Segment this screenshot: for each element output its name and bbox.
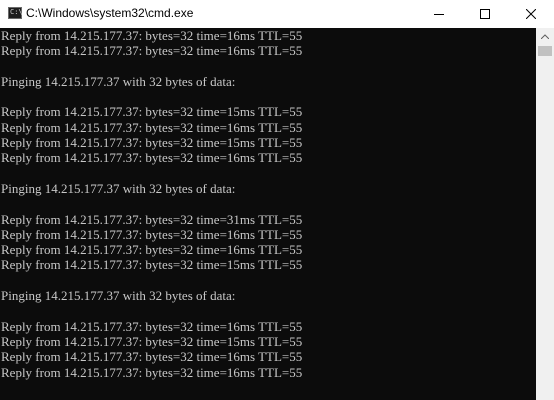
scroll-up-button[interactable] [536,28,554,45]
console-line: Reply from 14.215.177.37: bytes=32 time=… [1,135,303,151]
console-output[interactable]: Reply from 14.215.177.37: bytes=32 time=… [0,28,536,400]
console-blank-line [1,303,302,318]
console-line: Reply from 14.215.177.37: bytes=32 time=… [1,242,303,258]
cmd-window: C:\ C:\Windows\system32\cmd.exe Reply fr… [0,0,554,400]
console-blank-line [1,89,302,104]
console-blank-line [1,166,302,181]
console-line: Reply from 14.215.177.37: bytes=32 time=… [1,226,303,242]
console-line: Reply from 14.215.177.37: bytes=32 time=… [1,257,303,273]
console-line: Reply from 14.215.177.37: bytes=32 time=… [1,150,303,166]
chevron-up-icon [541,34,549,39]
console-line: Reply from 14.215.177.37: bytes=32 time=… [1,28,303,43]
console-line: Reply from 14.215.177.37: bytes=32 time=… [1,104,303,120]
console-lines: Reply from 14.215.177.37: bytes=32 time=… [1,28,302,380]
close-button[interactable] [508,0,554,28]
console-line: Reply from 14.215.177.37: bytes=32 time=… [1,364,303,380]
console-line: Reply from 14.215.177.37: bytes=32 time=… [1,318,303,334]
window-title: C:\Windows\system32\cmd.exe [26,6,194,20]
console-blank-line [1,196,302,211]
minimize-icon [434,14,444,15]
console-line: Pinging 14.215.177.37 with 32 bytes of d… [1,180,236,196]
window-controls [416,0,554,28]
console-blank-line [1,273,302,288]
console-line: Pinging 14.215.177.37 with 32 bytes of d… [1,73,236,89]
console-line: Reply from 14.215.177.37: bytes=32 time=… [1,43,303,59]
maximize-icon [480,9,490,19]
console-line: Reply from 14.215.177.37: bytes=32 time=… [1,211,303,227]
cmd-app-icon-glyph: C:\ [10,8,23,16]
title-bar[interactable]: C:\ C:\Windows\system32\cmd.exe [0,0,554,28]
minimize-button[interactable] [416,0,462,28]
console-line: Reply from 14.215.177.37: bytes=32 time=… [1,119,303,135]
cmd-app-icon[interactable]: C:\ [8,7,23,19]
vertical-scrollbar[interactable] [536,28,554,400]
console-line: Reply from 14.215.177.37: bytes=32 time=… [1,333,303,349]
console-line: Reply from 14.215.177.37: bytes=32 time=… [1,349,303,365]
console-blank-line [1,59,302,74]
console-line: Pinging 14.215.177.37 with 32 bytes of d… [1,288,236,304]
close-icon [526,9,536,19]
scroll-thumb[interactable] [538,46,552,56]
maximize-button[interactable] [462,0,508,28]
